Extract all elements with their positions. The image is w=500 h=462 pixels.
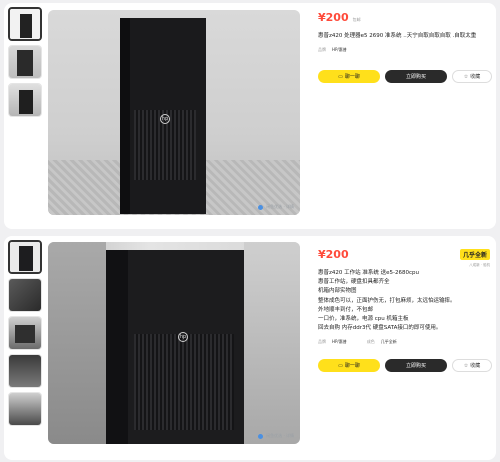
favorite-button[interactable]: ☆ 收藏: [452, 359, 492, 372]
main-product-image[interactable]: hp 闲鱼优选 · 详情: [48, 242, 300, 444]
listing-description: 惠普z420 工作站 准系统 送e5-2680cpu 惠普工作站，硬盘扣具都齐全…: [318, 269, 492, 333]
chat-button[interactable]: ▭ 聊一聊: [318, 359, 380, 372]
desc-line: 机箱内部实物图: [318, 288, 357, 295]
buy-now-button[interactable]: 立即购买: [385, 70, 447, 83]
meta-row: 品牌 HP/惠普 成色 几乎全新: [318, 339, 397, 345]
brand-meta: 品牌 HP/惠普: [318, 47, 347, 52]
thumbnail-4[interactable]: [8, 354, 42, 388]
thumbnail-1[interactable]: [8, 240, 42, 274]
listing-info-2: ¥200 惠普z420 工作站 准系统 送e5-2680cpu 惠普工作站，硬盘…: [318, 248, 492, 345]
chat-button[interactable]: ▭ 聊一聊: [318, 70, 380, 83]
hp-logo: hp: [160, 114, 170, 124]
thumbnail-strip: [8, 7, 44, 121]
star-icon: ☆: [463, 73, 469, 80]
desc-line: 一口价，准系统，电源 cpu 机箱主板: [318, 316, 409, 323]
price: ¥200: [318, 248, 349, 261]
desc-line: 回去自购 内存ddr3代 硬盘SATA接口的即可使用。: [318, 325, 442, 332]
listing-card-2: hp 闲鱼优选 · 详情 几乎全新 八成新 · 验机 ¥200 惠普z420 工…: [4, 236, 496, 460]
chat-bubble-icon: ▭: [338, 73, 343, 80]
thumbnail-5[interactable]: [8, 392, 42, 426]
desc-line: 惠普z420 工作站 准系统 送e5-2680cpu: [318, 270, 419, 276]
price: ¥200: [318, 11, 349, 24]
desc-line: 整体成色可以，正面护伤无，打包麻烦，太远怕运输摔。: [318, 297, 456, 304]
main-product-image[interactable]: hp 闲鱼优选 · 详情: [48, 10, 300, 215]
desc-line: 惠普工作站，硬盘扣具都齐全: [318, 279, 390, 286]
listing-info-1: ¥200 包邮 惠普z420 处理器e5 2690 准系统 ..天宁自取自取自取…: [318, 11, 492, 53]
desc-line: 外地顺丰到付，不包邮: [318, 306, 374, 313]
thumbnail-3[interactable]: [8, 83, 42, 117]
listing-title: 惠普z420 处理器e5 2690 准系统 ..天宁自取自取自取 .自取太重: [318, 33, 477, 39]
thumbnail-2[interactable]: [8, 45, 42, 79]
chat-bubble-icon: ▭: [338, 362, 343, 369]
thumbnail-2[interactable]: [8, 278, 42, 312]
action-buttons-2: ▭ 聊一聊 立即购买 ☆ 收藏: [318, 359, 492, 372]
buy-now-button[interactable]: 立即购买: [385, 359, 447, 372]
hp-logo: hp: [178, 332, 188, 342]
image-watermark: 闲鱼优选 · 详情: [258, 433, 294, 439]
thumbnail-3[interactable]: [8, 316, 42, 350]
thumbnail-1[interactable]: [8, 7, 42, 41]
thumbnail-strip: [8, 240, 44, 430]
image-watermark: 闲鱼优选 · 详情: [258, 204, 294, 210]
star-icon: ☆: [463, 362, 469, 369]
action-buttons-1: ▭ 聊一聊 立即购买 ☆ 收藏: [318, 70, 492, 83]
listing-card-1: hp 闲鱼优选 · 详情 ¥200 包邮 惠普z420 处理器e5 2690 准…: [4, 3, 496, 229]
shipping-note: 包邮: [352, 17, 361, 22]
favorite-button[interactable]: ☆ 收藏: [452, 70, 492, 83]
